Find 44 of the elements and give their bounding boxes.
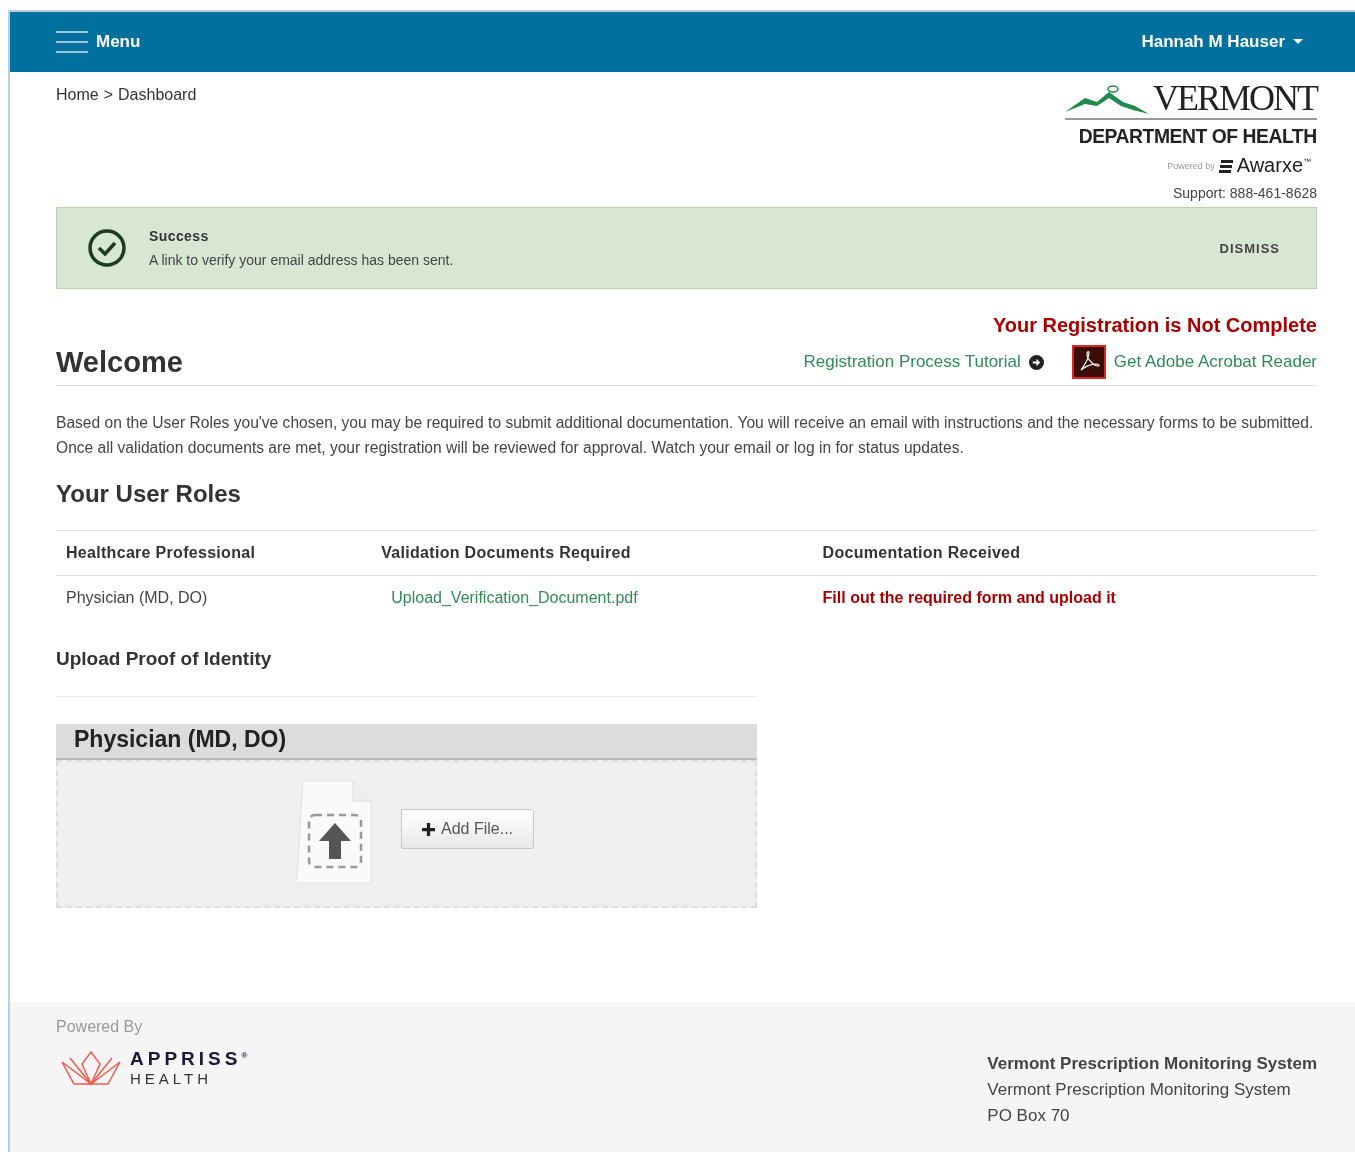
intro-paragraph: Based on the User Roles you've chosen, you may be required to submit additional documentation. You will receive an email with instructions and the necessary forms to be submitted. Once all validation documents are met, your registration will be reviewed for approval. Watch your email or log in for status updates. — [56, 413, 1315, 458]
column-header: Healthcare Professional — [56, 530, 372, 576]
breadcrumb-separator: > — [103, 86, 114, 104]
appriss-logo-subtitle: HEALTH — [130, 1070, 214, 1087]
table-cell: Fill out the required form and upload it — [812, 575, 1317, 620]
menu-button[interactable]: Menu — [56, 31, 141, 53]
file-drop-zone[interactable]: Add File... — [56, 760, 757, 908]
logo-title: VERMONT — [1153, 80, 1317, 116]
breadcrumb-current[interactable]: Dashboard — [118, 86, 197, 104]
caret-icon — [1293, 39, 1303, 45]
roles-heading: Your User Roles — [56, 480, 242, 508]
brand-logo-text: Awarxe$^{™}$ — [1236, 154, 1311, 177]
registration-status: Your Registration is Not Complete — [992, 314, 1317, 336]
powered-by-label: Powered By — [56, 1018, 144, 1036]
user-menu-button[interactable]: Hannah M Hauser — [1141, 32, 1303, 52]
address-line: PO Box 70 — [987, 1106, 1071, 1126]
add-file-button[interactable]: Add File... — [401, 809, 534, 849]
support-phone: Support: 888-461-8628 — [1173, 185, 1317, 201]
logo-subtitle: DEPARTMENT OF HEALTH — [1079, 124, 1317, 148]
address-line: Vermont Prescription Monitoring System — [987, 1080, 1292, 1100]
alert-title: Success — [149, 228, 210, 244]
panel-title: Physician (MD, DO) — [56, 724, 757, 760]
acrobat-link[interactable]: Get Adobe Acrobat Reader — [1113, 352, 1317, 372]
pdf-icon — [1071, 345, 1106, 379]
arrow-circle-icon — [1028, 354, 1044, 370]
document-link[interactable]: Upload_Verification_Document.pdf — [391, 589, 638, 606]
stripes-logo-icon — [1218, 157, 1233, 174]
breadcrumb-link[interactable]: Home — [56, 86, 99, 104]
column-header: Validation Documents Required — [371, 530, 813, 576]
alert-message: A link to verify your email address has been sent. — [149, 252, 455, 268]
dismiss-button[interactable]: DISMISS — [1213, 239, 1286, 257]
appriss-logo-text: APPRISS$^{®}$ — [130, 1048, 252, 1070]
check-circle-icon — [87, 228, 127, 268]
tutorial-link[interactable]: Registration Process Tutorial — [803, 352, 1021, 372]
menu-icon — [56, 31, 88, 53]
mountain-logo-icon — [1065, 84, 1151, 116]
lotus-logo-icon — [60, 1049, 122, 1086]
welcome-heading: Welcome — [56, 345, 183, 379]
upload-heading: Upload Proof of Identity — [56, 648, 757, 697]
plus-icon — [422, 822, 435, 836]
column-header: Documentation Received — [812, 530, 1317, 576]
footer-heading: Vermont Prescription Monitoring System — [987, 1054, 1317, 1074]
table-cell: Physician (MD, DO) — [56, 575, 372, 620]
powered-by-text: Powered by — [1167, 160, 1215, 171]
